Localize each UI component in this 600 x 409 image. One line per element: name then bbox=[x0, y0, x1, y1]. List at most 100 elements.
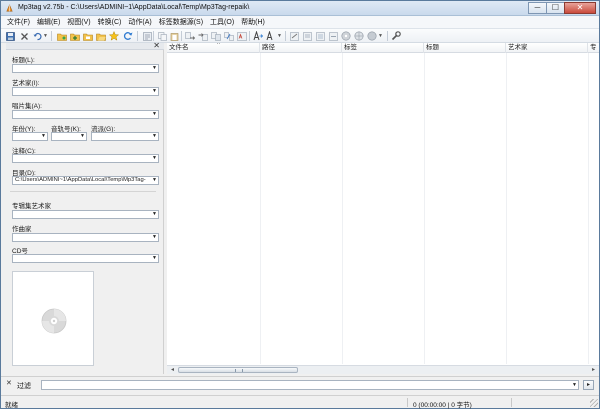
tag-panel-close-icon[interactable]: ✕ bbox=[153, 41, 160, 50]
column-path[interactable]: 路径 bbox=[260, 43, 342, 53]
menu-view[interactable]: 视图(V) bbox=[65, 16, 95, 28]
scroll-right-icon[interactable]: ▸ bbox=[589, 367, 598, 374]
column-title[interactable]: 标题 bbox=[424, 43, 506, 53]
toolbar-separator bbox=[285, 31, 286, 41]
column-filename[interactable]: 文件名 ^ bbox=[167, 43, 260, 53]
composer-field[interactable]: ▼ bbox=[12, 233, 159, 242]
filter-bar: ✕ 过滤 ▼ ▸ bbox=[1, 376, 599, 392]
chevron-down-icon[interactable]: ▼ bbox=[152, 65, 157, 72]
menu-bar: 文件(F) 编辑(E) 视图(V) 转换(C) 动作(A) 标签数据源(S) 工… bbox=[1, 16, 599, 29]
menu-file[interactable]: 文件(F) bbox=[5, 16, 35, 28]
remove-tag-icon[interactable] bbox=[19, 31, 29, 41]
sort-ascending-icon: ^ bbox=[217, 43, 220, 48]
directory-field[interactable]: C:\Users\ADMINI~1\AppData\Local\Temp\Mp3… bbox=[12, 176, 159, 185]
close-button[interactable]: ✕ bbox=[564, 2, 596, 14]
artist-field[interactable]: ▼ bbox=[12, 87, 159, 96]
toolbar-separator bbox=[181, 31, 182, 41]
discogs-icon[interactable] bbox=[341, 31, 351, 41]
file-list[interactable]: 文件名 ^ 路径 标签 标题 艺术家 专 ◂ ▸ bbox=[167, 43, 599, 374]
tag-to-tag-icon[interactable] bbox=[224, 31, 234, 41]
column-divider bbox=[588, 53, 589, 364]
menu-edit[interactable]: 编辑(E) bbox=[35, 16, 65, 28]
column-album[interactable]: 专 bbox=[588, 43, 599, 53]
save-icon[interactable] bbox=[5, 31, 15, 41]
cover-art-box[interactable] bbox=[12, 271, 94, 366]
album-label: 唱片集(A): bbox=[12, 103, 42, 110]
actions-dropdown-caret[interactable]: ▼ bbox=[277, 33, 282, 39]
chevron-down-icon[interactable]: ▼ bbox=[80, 133, 85, 140]
filename-to-tag-icon[interactable] bbox=[198, 31, 208, 41]
freedb-icon[interactable] bbox=[328, 31, 338, 41]
scroll-left-icon[interactable]: ◂ bbox=[168, 367, 177, 374]
text-to-tag-icon[interactable] bbox=[211, 31, 221, 41]
track-field[interactable]: ▼ bbox=[51, 132, 87, 141]
status-separator bbox=[511, 398, 512, 407]
column-divider bbox=[424, 53, 425, 364]
toolbar-separator bbox=[249, 31, 250, 41]
chevron-down-icon[interactable]: ▼ bbox=[152, 133, 157, 140]
chevron-down-icon[interactable]: ▼ bbox=[41, 133, 46, 140]
tag-to-filename-icon[interactable] bbox=[185, 31, 195, 41]
filter-input[interactable]: ▼ bbox=[41, 380, 579, 390]
menu-actions[interactable]: 动作(A) bbox=[126, 16, 156, 28]
title-bar[interactable]: Mp3tag v2.75b - C:\Users\ADMINI~1\AppDat… bbox=[1, 1, 599, 16]
auto-number-icon[interactable] bbox=[237, 31, 247, 41]
refresh-icon[interactable] bbox=[123, 31, 133, 41]
cut-icon[interactable] bbox=[266, 31, 276, 41]
horizontal-scrollbar[interactable]: ◂ ▸ bbox=[167, 365, 599, 374]
filter-go-button[interactable]: ▸ bbox=[583, 380, 594, 390]
chevron-down-icon[interactable]: ▼ bbox=[152, 234, 157, 241]
disc-number-field[interactable]: ▼ bbox=[12, 254, 159, 263]
change-directory-icon[interactable] bbox=[57, 31, 67, 41]
menu-tools[interactable]: 工具(O) bbox=[208, 16, 239, 28]
maximize-button[interactable]: ☐ bbox=[546, 2, 565, 14]
favorite-folders-icon[interactable] bbox=[83, 31, 93, 41]
chevron-down-icon[interactable]: ▼ bbox=[152, 155, 157, 162]
resize-grip-icon[interactable] bbox=[590, 399, 598, 407]
title-field[interactable]: ▼ bbox=[12, 64, 159, 73]
copy-tag-icon[interactable] bbox=[157, 31, 167, 41]
menu-convert[interactable]: 转换(C) bbox=[96, 16, 127, 28]
file-list-header: 文件名 ^ 路径 标签 标题 艺术家 专 bbox=[167, 43, 599, 53]
tools-icon[interactable] bbox=[391, 31, 401, 41]
chevron-down-icon[interactable]: ▼ bbox=[152, 88, 157, 95]
mp3tag-app-icon bbox=[6, 4, 13, 12]
chevron-down-icon[interactable]: ▼ bbox=[572, 381, 577, 389]
add-directory-icon[interactable] bbox=[70, 31, 80, 41]
export-icon[interactable] bbox=[289, 31, 299, 41]
chevron-down-icon[interactable]: ▼ bbox=[152, 177, 157, 184]
toolbar-separator bbox=[51, 31, 52, 41]
year-field[interactable]: ▼ bbox=[12, 132, 48, 141]
minimize-button[interactable]: ─ bbox=[528, 2, 547, 14]
undo-dropdown-caret[interactable]: ▼ bbox=[43, 33, 48, 39]
star-favorite-icon[interactable] bbox=[109, 31, 119, 41]
open-folder-icon[interactable] bbox=[96, 31, 106, 41]
menu-tag-sources[interactable]: 标签数据源(S) bbox=[157, 16, 208, 28]
scroll-thumb[interactable] bbox=[178, 367, 298, 373]
chevron-down-icon[interactable]: ▼ bbox=[152, 211, 157, 218]
column-tag[interactable]: 标签 bbox=[342, 43, 424, 53]
amazon-icon[interactable] bbox=[367, 31, 377, 41]
chevron-down-icon[interactable]: ▼ bbox=[152, 111, 157, 118]
menu-help[interactable]: 帮助(H) bbox=[239, 16, 270, 28]
status-text: 就绪 bbox=[5, 402, 18, 409]
undo-icon[interactable] bbox=[32, 31, 42, 41]
tag-sources-dropdown-caret[interactable]: ▼ bbox=[378, 33, 383, 39]
chevron-down-icon[interactable]: ▼ bbox=[152, 255, 157, 262]
genre-field[interactable]: ▼ bbox=[91, 132, 159, 141]
status-bar: 就绪 0 (00:00:00 | 0 字节) bbox=[1, 395, 599, 409]
disc-placeholder-icon bbox=[41, 308, 67, 334]
web-sources-icon[interactable] bbox=[315, 31, 325, 41]
playlist-icon[interactable] bbox=[302, 31, 312, 41]
column-divider bbox=[342, 53, 343, 364]
album-artist-field[interactable]: ▼ bbox=[12, 210, 159, 219]
select-all-icon[interactable] bbox=[142, 31, 152, 41]
actions-icon[interactable] bbox=[253, 31, 263, 41]
filter-close-icon[interactable]: ✕ bbox=[6, 379, 12, 387]
musicbrainz-icon[interactable] bbox=[354, 31, 364, 41]
paste-tag-icon[interactable] bbox=[169, 31, 179, 41]
column-artist[interactable]: 艺术家 bbox=[506, 43, 588, 53]
comment-field[interactable]: ▼ bbox=[12, 154, 159, 163]
toolbar-separator bbox=[137, 31, 138, 41]
album-field[interactable]: ▼ bbox=[12, 110, 159, 119]
